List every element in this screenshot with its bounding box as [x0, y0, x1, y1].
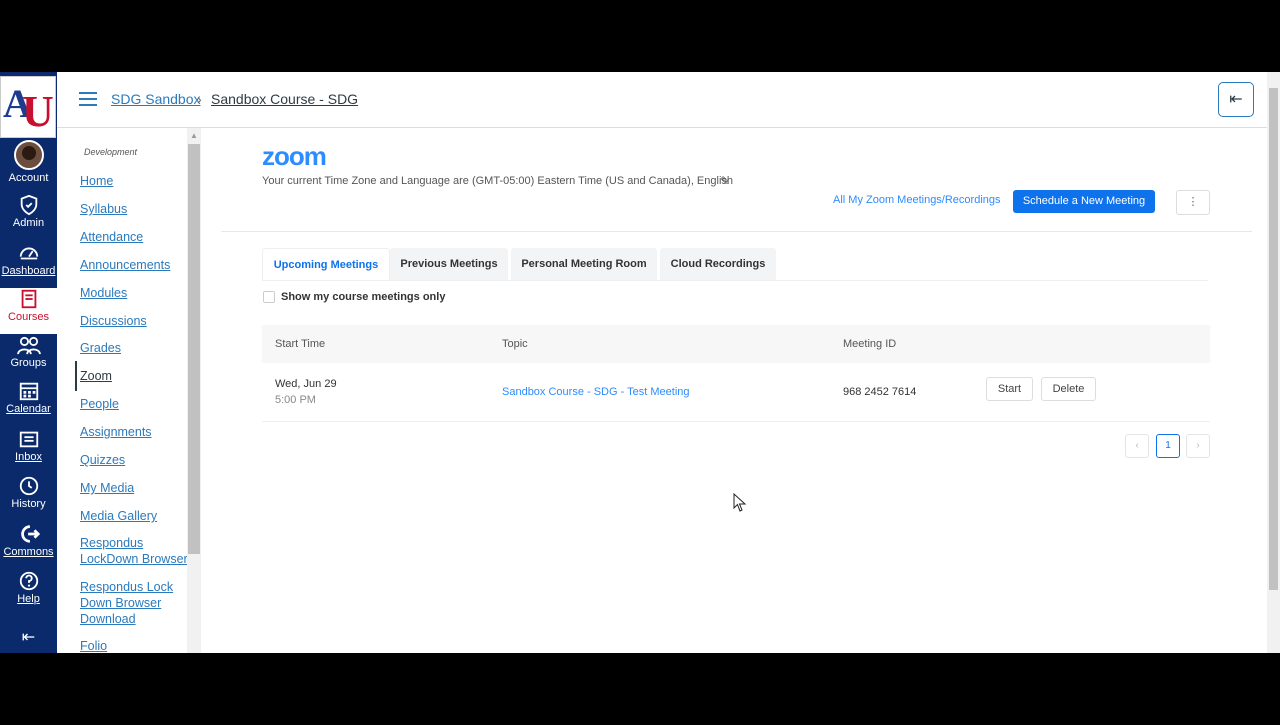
commons-icon [20, 525, 40, 543]
global-nav-inbox[interactable]: Inbox [0, 428, 57, 474]
zoom-app: zoom Your current Time Zone and Language… [201, 128, 1267, 653]
collapse-nav-icon: ⇤ [21, 629, 36, 646]
column-meeting-id: Meeting ID [843, 338, 897, 350]
global-nav-label: Groups [10, 357, 47, 369]
pagination-next-button[interactable]: › [1186, 434, 1210, 458]
global-nav-label: Account [8, 172, 49, 184]
delete-meeting-button[interactable]: Delete [1041, 377, 1096, 401]
meeting-id: 968 2452 7614 [843, 386, 917, 398]
meeting-date: Wed, Jun 29 [275, 378, 337, 390]
tab-previous-meetings[interactable]: Previous Meetings [390, 248, 508, 280]
course-nav-attendance[interactable]: Attendance [80, 229, 188, 245]
course-nav-subtitle: Development [84, 147, 138, 157]
page-scrollbar-thumb[interactable] [1269, 88, 1278, 590]
course-nav-folio[interactable]: Folio [80, 638, 188, 653]
column-topic: Topic [502, 338, 528, 350]
global-nav-calendar[interactable]: Calendar [0, 380, 57, 426]
calendar-icon [19, 382, 38, 401]
global-nav: AU Account Admin Dashboard Courses Group… [0, 72, 57, 653]
book-icon [21, 289, 36, 309]
avatar [13, 140, 44, 170]
global-nav-label: Calendar [6, 403, 51, 415]
global-nav-history[interactable]: History [0, 475, 57, 521]
global-nav-label: Courses [8, 311, 49, 323]
mouse-cursor-icon [733, 493, 747, 512]
course-nav-quizzes[interactable]: Quizzes [80, 452, 188, 468]
app-screen: AU Account Admin Dashboard Courses Group… [0, 72, 1280, 653]
pagination-page-1[interactable]: 1 [1156, 434, 1180, 458]
meeting-time: 5:00 PM [275, 394, 316, 406]
more-options-button[interactable]: ⋮ [1176, 190, 1210, 215]
pagination-prev-button[interactable]: ‹ [1125, 434, 1149, 458]
meeting-topic-link[interactable]: Sandbox Course - SDG - Test Meeting [502, 386, 690, 398]
selected-indicator [75, 361, 77, 391]
pencil-edit-icon[interactable]: ✎ [720, 174, 730, 188]
course-nav-respondus-download[interactable]: Respondus Lock Down Browser Download [80, 579, 188, 627]
global-nav-label: History [11, 498, 46, 510]
breadcrumb-course[interactable]: Sandbox Course - SDG [211, 91, 358, 107]
all-meetings-link[interactable]: All My Zoom Meetings/Recordings [833, 194, 1001, 206]
course-nav-scrollbar[interactable]: ▲ [187, 128, 201, 653]
breadcrumb-chevron-icon: › [197, 91, 202, 107]
table-row: Wed, Jun 29 5:00 PM Sandbox Course - SDG… [262, 363, 1210, 422]
tab-personal-meeting-room[interactable]: Personal Meeting Room [511, 248, 657, 280]
global-nav-admin[interactable]: Admin [0, 194, 57, 240]
scroll-up-arrow-icon[interactable]: ▲ [190, 131, 198, 140]
global-nav-label: Dashboard [1, 265, 56, 277]
global-nav-help[interactable]: Help [0, 570, 57, 616]
course-nav-people[interactable]: People [80, 396, 188, 412]
breadcrumb-account[interactable]: SDG Sandbox [111, 91, 201, 107]
global-nav-commons[interactable]: Commons [0, 523, 57, 569]
tab-cloud-recordings[interactable]: Cloud Recordings [660, 248, 776, 280]
help-icon [19, 571, 38, 591]
dashboard-icon [19, 247, 38, 260]
au-logo[interactable]: AU [0, 76, 56, 138]
course-nav: Development Home Syllabus Attendance Ann… [57, 128, 188, 653]
course-nav-grades[interactable]: Grades [80, 340, 188, 356]
timezone-text: Your current Time Zone and Language are … [262, 175, 734, 187]
column-start-time: Start Time [275, 338, 326, 350]
global-nav-dashboard[interactable]: Dashboard [0, 242, 57, 288]
course-meetings-checkbox-label[interactable]: Show my course meetings only [281, 291, 445, 303]
global-nav-groups[interactable]: Groups [0, 336, 57, 382]
tab-upcoming-meetings[interactable]: Upcoming Meetings [262, 248, 390, 281]
page-scrollbar[interactable] [1267, 72, 1280, 653]
course-nav-announcements[interactable]: Announcements [80, 257, 188, 273]
course-nav-respondus-lockdown[interactable]: Respondus LockDown Browser [80, 535, 188, 567]
course-nav-home[interactable]: Home [80, 173, 188, 189]
global-nav-account[interactable]: Account [0, 140, 57, 186]
course-nav-assignments[interactable]: Assignments [80, 424, 188, 440]
course-nav-my-media[interactable]: My Media [80, 480, 188, 496]
course-nav-discussions[interactable]: Discussions [80, 313, 188, 329]
collapse-nav-button[interactable]: ⇤ [0, 627, 57, 653]
global-nav-label: Commons [3, 546, 54, 558]
tab-underline [262, 280, 1208, 281]
groups-icon [16, 336, 41, 355]
table-header: Start Time Topic Meeting ID [262, 325, 1210, 363]
global-nav-label: Inbox [15, 451, 42, 463]
hamburger-menu-icon[interactable] [79, 92, 97, 106]
collapse-icon: ⇤ [1229, 91, 1243, 108]
inbox-icon [19, 431, 38, 448]
zoom-logo: zoom [262, 141, 327, 171]
shield-icon [20, 194, 37, 216]
collapse-sidebar-button[interactable]: ⇤ [1218, 82, 1254, 117]
course-header: SDG Sandbox › Sandbox Course - SDG ⇤ [57, 72, 1267, 128]
course-nav-syllabus[interactable]: Syllabus [80, 201, 188, 217]
scrollbar-thumb[interactable] [188, 144, 200, 554]
schedule-meeting-button[interactable]: Schedule a New Meeting [1013, 190, 1155, 213]
course-nav-media-gallery[interactable]: Media Gallery [80, 508, 188, 524]
course-nav-zoom[interactable]: Zoom [80, 368, 188, 384]
global-nav-label: Help [17, 593, 40, 605]
start-meeting-button[interactable]: Start [986, 377, 1033, 401]
global-nav-courses[interactable]: Courses [0, 288, 57, 334]
global-nav-label: Admin [12, 217, 45, 229]
clock-icon [19, 476, 38, 496]
divider [221, 231, 1252, 232]
course-nav-modules[interactable]: Modules [80, 285, 188, 301]
course-meetings-checkbox[interactable] [263, 291, 275, 303]
